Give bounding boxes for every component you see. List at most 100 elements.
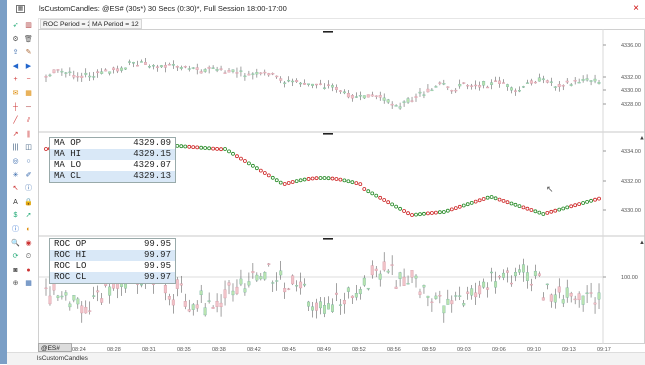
crosshair-icon[interactable]: ┼ [10, 103, 21, 113]
grid-icon[interactable]: ▦ [23, 279, 34, 289]
chart-area[interactable]: ↖ 4336.00 4332.00 4330.00 4328.00 4334.00 433… [38, 29, 645, 344]
candle [140, 61, 143, 63]
snap-icon[interactable]: ⊕ [10, 279, 21, 289]
info-icon[interactable]: ⓘ [23, 184, 34, 194]
roc-candle [370, 265, 374, 276]
candle [259, 72, 263, 74]
roc-candle [124, 283, 128, 289]
ma-dot [199, 145, 204, 150]
swatch-icon[interactable]: ◉ [23, 239, 34, 249]
roc-candle [171, 299, 175, 306]
candle [171, 64, 175, 66]
panel-handle [323, 133, 333, 135]
arrow-tool-icon[interactable]: ➚ [23, 211, 34, 221]
ma-dot [290, 180, 295, 184]
calendar-icon[interactable]: ▦ [23, 89, 34, 99]
roc-candle [549, 294, 553, 302]
refresh-icon[interactable]: ⟳ [10, 252, 21, 262]
left-arrow-icon[interactable]: ◀ [10, 62, 21, 72]
ma-dot [593, 197, 597, 202]
roc-candle [311, 306, 315, 311]
roc-candle [223, 289, 227, 299]
roc-candle [100, 298, 104, 303]
roc-candle [525, 272, 529, 281]
record-icon[interactable]: ● [23, 266, 34, 276]
candle [573, 80, 577, 82]
cycles-icon[interactable]: ✳ [10, 171, 21, 181]
target-icon[interactable]: ◎ [10, 157, 21, 167]
candle [167, 64, 171, 66]
settings-icon[interactable]: ⚙ [10, 35, 21, 45]
zoom-in-icon[interactable]: + [10, 75, 21, 85]
roc-candle [84, 306, 88, 314]
roc-candle [175, 279, 179, 289]
gann-icon[interactable]: ◫ [23, 143, 34, 153]
ma-dot [565, 205, 570, 210]
hline-icon[interactable]: ─ [23, 103, 34, 113]
lock-icon[interactable]: 🔒 [23, 198, 34, 208]
ma-dot [414, 212, 418, 217]
roc-candle [537, 273, 541, 276]
candle [585, 78, 589, 81]
candle [370, 94, 374, 97]
roc-candle [490, 271, 494, 274]
roc-candle [183, 301, 187, 307]
roc-candle [382, 261, 386, 271]
roc-candle [486, 287, 490, 290]
channel-icon[interactable]: ⫽ [23, 116, 34, 126]
roc-candle [545, 283, 549, 286]
roc-candle [315, 302, 318, 311]
instrument-tab[interactable]: @ES# [38, 343, 72, 352]
close-button[interactable]: × [633, 4, 639, 14]
trendline-icon[interactable]: ╱ [10, 116, 21, 126]
info2-icon[interactable]: ⓘ [10, 225, 21, 235]
ma-dot [398, 206, 402, 211]
candle [255, 72, 259, 75]
clock-icon[interactable]: ⏲ [23, 252, 34, 262]
ma-dot [418, 212, 422, 217]
note-icon[interactable]: ✉ [10, 89, 21, 99]
roc-candle [406, 283, 410, 285]
bar-icon[interactable]: ▥ [23, 21, 34, 31]
candle [283, 82, 287, 84]
candle [533, 81, 537, 84]
color-icon[interactable]: ◐ [23, 225, 34, 235]
delete-icon[interactable]: 🗑 [23, 35, 34, 45]
candle [557, 84, 561, 88]
roc-candle [60, 295, 64, 298]
candle [163, 64, 167, 68]
export-icon[interactable]: ⇪ [10, 48, 21, 58]
info-value: 4329.15 [133, 149, 171, 159]
right-arrow-icon[interactable]: ▶ [23, 62, 34, 72]
roc-candle [342, 300, 346, 305]
camera-icon[interactable]: ◙ [10, 266, 21, 276]
edit-icon[interactable]: ✎ [23, 48, 34, 58]
circle-icon[interactable]: ○ [23, 157, 34, 167]
ma-dot [585, 199, 589, 204]
fib-icon[interactable]: ||| [10, 143, 21, 153]
candle [545, 80, 549, 83]
pointer-icon[interactable]: ↖ [10, 184, 21, 194]
candle [203, 69, 207, 72]
candle [44, 76, 48, 78]
search-icon[interactable]: 🔍 [10, 239, 21, 249]
parallel-icon[interactable]: ∥ [23, 130, 34, 140]
candle [422, 94, 426, 96]
ray-icon[interactable]: ↗ [10, 130, 21, 140]
roc-candle [533, 270, 537, 276]
brush-icon[interactable]: ✐ [23, 171, 34, 181]
roc-candle [589, 292, 593, 294]
ma-period-label[interactable]: MA Period = 12 [89, 19, 142, 29]
cursor-icon[interactable]: ➶ [10, 21, 21, 31]
zoom-out-icon[interactable]: − [23, 75, 34, 85]
trade-icon[interactable]: $ [10, 211, 21, 221]
ma-info-box: MA OP 4329.09 MA HI 4329.15 MA LO 4329.07 M… [49, 137, 176, 183]
drawing-toolbar: ➶ ▥ ⚙ 🗑 ⇪ ✎ ◀ ▶ + − ✉ ▦ ┼ ─ ╱ ⫽ ↗ ∥ ||| ◫ ◎ ○ ✳ ✐ ↖ ⓘ A 🔒 $ ➚ ⓘ ◐ 🔍 ◉ ⟳ ⏲ ◙ ●… [7, 18, 39, 364]
ma-dot [215, 147, 219, 151]
candle [478, 85, 482, 88]
a-text-icon[interactable]: A [10, 198, 21, 208]
roc-candle [199, 290, 203, 296]
candle [207, 67, 211, 69]
candle [450, 90, 454, 92]
candle [458, 83, 462, 87]
